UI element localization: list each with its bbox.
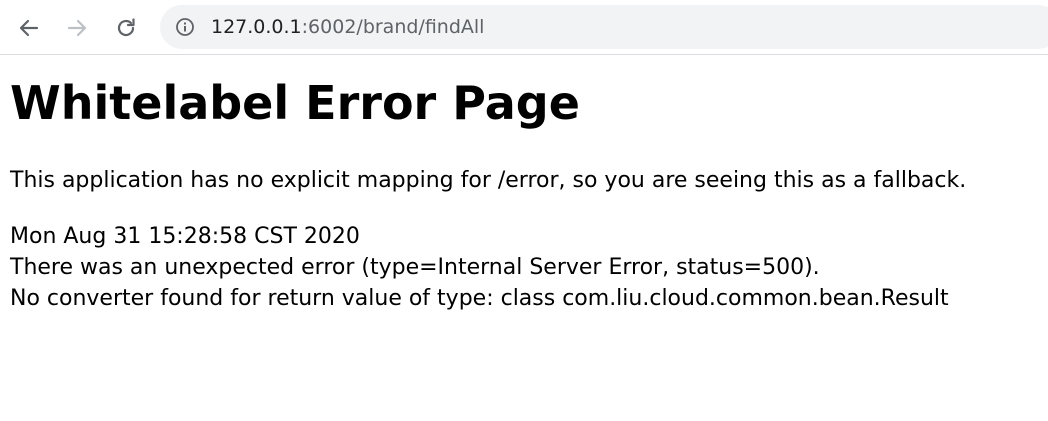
error-summary: There was an unexpected error (type=Inte…: [10, 255, 820, 280]
error-detail: No converter found for return value of t…: [10, 286, 949, 311]
arrow-right-icon: [67, 19, 87, 37]
arrow-left-icon: [19, 19, 39, 37]
address-bar[interactable]: 127.0.0.1:6002/brand/findAll: [160, 5, 1048, 49]
url-host: 127.0.0.1: [211, 16, 302, 38]
forward-button[interactable]: [61, 12, 93, 44]
back-button[interactable]: [13, 12, 45, 44]
url-text[interactable]: 127.0.0.1:6002/brand/findAll: [211, 5, 484, 49]
info-circle-icon[interactable]: [175, 17, 195, 37]
url-path: :6002/brand/findAll: [301, 16, 485, 38]
reload-icon: [117, 18, 135, 37]
reload-button[interactable]: [110, 12, 142, 44]
error-details: Mon Aug 31 15:28:58 CST 2020 There was a…: [10, 221, 949, 314]
browser-toolbar: 127.0.0.1:6002/brand/findAll: [0, 0, 1048, 55]
error-timestamp: Mon Aug 31 15:28:58 CST 2020: [10, 224, 360, 249]
fallback-message: This application has no explicit mapping…: [10, 168, 967, 193]
page-title: Whitelabel Error Page: [10, 76, 580, 130]
